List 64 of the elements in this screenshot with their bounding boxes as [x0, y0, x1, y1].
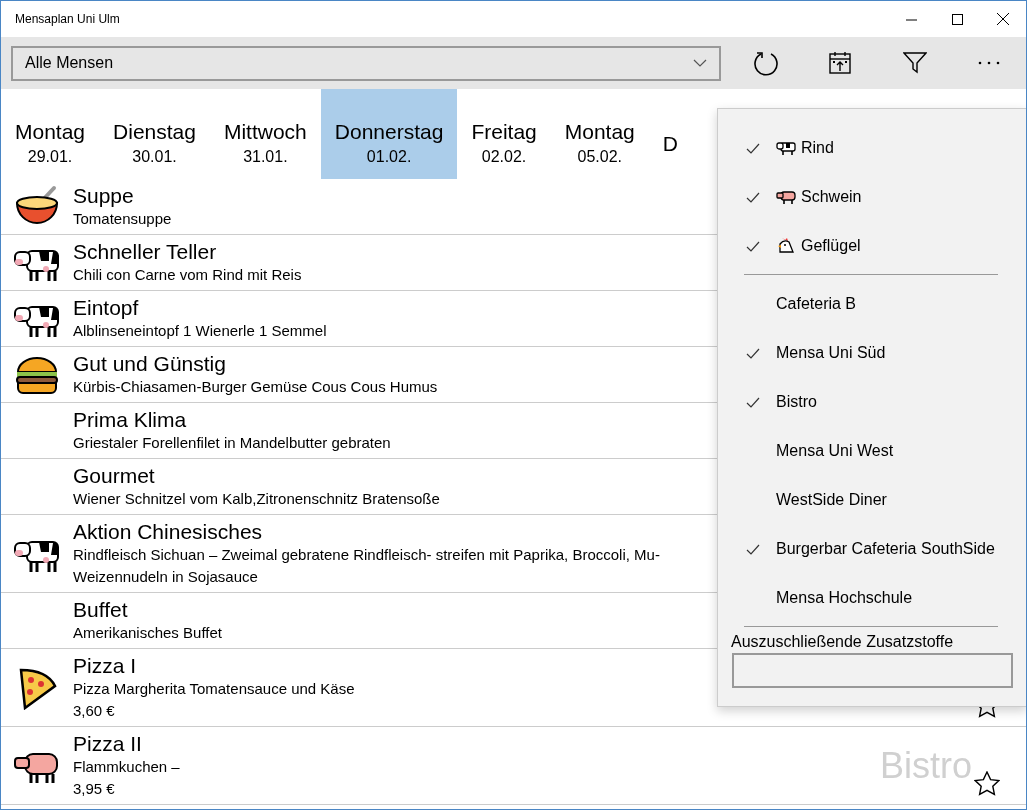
meal-description: Wiener Schnitzel vom Kalb,Zitronenschnitz Bratensoße — [73, 489, 440, 509]
menu-item[interactable]: Bistro — [718, 377, 1026, 426]
menu-item-label: Bistro — [776, 391, 817, 412]
meal-title: Pizza II — [73, 731, 143, 756]
meal-description: Amerikanisches Buffet — [73, 623, 222, 643]
filter-icon — [902, 52, 927, 74]
menu-item[interactable]: Mensa Uni Süd — [718, 328, 1026, 377]
meal-description: Tomatensuppe — [73, 209, 172, 229]
menu-item[interactable]: Burgerbar Cafeteria SouthSide — [718, 524, 1026, 573]
day-tab[interactable]: Montag 05.02. — [550, 89, 649, 179]
meal-title: Prima Klima — [73, 407, 188, 432]
close-icon — [997, 13, 1009, 25]
menu-item-label: Mensa Hochschule — [776, 587, 913, 608]
meal-description: Chili con Carne vom Rind mit Reis — [73, 265, 302, 285]
menu-item[interactable]: WestSide Diner — [718, 475, 1026, 524]
meal-title: Aktion Chinesisches — [73, 519, 264, 544]
calendar-icon — [828, 51, 853, 75]
meal-price: 3,95 € — [73, 779, 116, 799]
more-icon — [977, 61, 1000, 65]
menu-item-label: Cafeteria B — [776, 293, 857, 314]
canteen-dropdown[interactable]: Alle Mensen — [11, 45, 721, 81]
meal-title: Schneller Teller — [73, 239, 218, 264]
day-tab[interactable]: Freitag 02.02. — [457, 89, 551, 179]
meal-title: Gut und Günstig — [73, 351, 227, 376]
menu-item-label: Rind — [801, 137, 834, 158]
meal-title: Eintopf — [73, 295, 140, 320]
meal-price: 3,60 € — [73, 701, 116, 721]
pig-icon — [776, 188, 796, 205]
meal-title: Suppe — [73, 183, 135, 208]
menu-item-label: Mensa Uni Süd — [776, 342, 886, 363]
day-tab[interactable]: D — [648, 89, 692, 179]
meal-description: Griestaler Forellenfilet in Mandelbutter gebraten — [73, 433, 391, 453]
favorite-star-icon[interactable] — [974, 771, 1000, 796]
menu-item-label: Schwein — [801, 186, 862, 207]
menu-item[interactable]: Mensa Hochschule — [718, 573, 1026, 622]
meal-title: Pizza I — [73, 653, 138, 678]
chevron-down-icon — [693, 59, 707, 67]
window-title: Mensaplan Uni Ulm — [14, 11, 121, 28]
menu-item[interactable]: Cafeteria B — [718, 279, 1026, 328]
day-tab[interactable]: Montag 29.01. — [1, 89, 100, 179]
day-tab[interactable]: Donnerstag 01.02. — [320, 89, 458, 179]
menu-item-label: Burgerbar Cafeteria SouthSide — [776, 538, 995, 559]
menu-item-label: Mensa Uni West — [776, 440, 894, 461]
field-label: Auszuschließende Zusatzstoffe — [730, 632, 955, 652]
menu-item[interactable]: Geflügel — [718, 221, 1026, 270]
additives-input-field[interactable] — [732, 653, 1013, 688]
meal-title: Buffet — [73, 597, 129, 622]
menu-item[interactable]: Schwein — [718, 172, 1026, 221]
meal-description: Weizennudeln in Sojasauce — [73, 567, 259, 587]
day-tab[interactable]: Mittwoch 31.01. — [209, 89, 321, 179]
day-tab[interactable]: Dienstag 30.01. — [99, 89, 210, 179]
meal-description: Kürbis-Chiasamen-Burger Gemüse Cous Cous Humus — [73, 377, 438, 397]
menu-item[interactable]: Rind — [718, 123, 1026, 172]
menu-item-label: WestSide Diner — [776, 489, 887, 510]
menu-item[interactable]: Mensa Uni West — [718, 426, 1026, 475]
meal-description: Rindfleisch Sichuan – Zweimal gebratene Rindfleisch- streifen mit Paprika, Broccoli, Mu- — [73, 545, 660, 565]
refresh-icon — [753, 50, 780, 76]
cow-icon — [776, 139, 796, 156]
meal-description: Pizza Margherita Tomatensauce und Käse — [73, 679, 355, 699]
meal-description: Alblinseneintopf 1 Wienerle 1 Semmel — [73, 321, 327, 341]
maximize-icon — [951, 13, 963, 25]
meal-title: Gourmet — [73, 463, 156, 488]
menu-item-label: Geflügel — [801, 235, 861, 256]
meal-description: Flammkuchen – — [73, 757, 180, 777]
